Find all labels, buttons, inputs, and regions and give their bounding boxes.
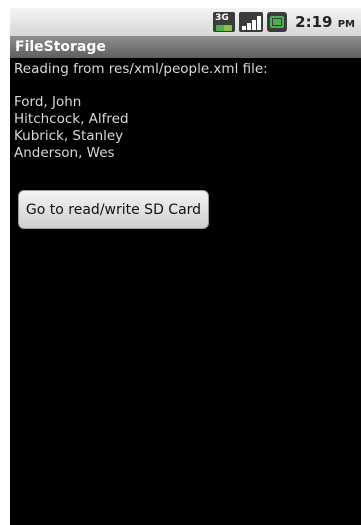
signal-strength-icon <box>239 12 264 32</box>
app-screen: FileStorage Reading from res/xml/people.… <box>10 36 361 525</box>
list-item: Kubrick, Stanley <box>14 128 124 144</box>
status-time: 2:19 PM <box>295 13 355 31</box>
status-bar: 3G 2:19 PM <box>10 8 361 36</box>
list-item: Hitchcock, Alfred <box>14 111 129 127</box>
clock-time: 2:19 <box>295 13 333 31</box>
people-list: Ford, John Hitchcock, Alfred Kubrick, St… <box>14 94 357 162</box>
content-area: Reading from res/xml/people.xml file: Fo… <box>10 58 361 164</box>
app-title: FileStorage <box>15 39 106 55</box>
clock-ampm: PM <box>337 19 355 30</box>
data-activity-icon <box>216 25 233 31</box>
status-icons: 3G 2:19 PM <box>213 12 355 32</box>
3g-icon: 3G <box>213 12 236 32</box>
app-title-bar: FileStorage <box>10 36 361 58</box>
list-item: Ford, John <box>14 94 82 110</box>
intro-text: Reading from res/xml/people.xml file: <box>14 61 268 77</box>
battery-icon <box>267 12 288 32</box>
read-write-sd-card-button[interactable]: Go to read/write SD Card <box>18 190 209 229</box>
phone-frame: 3G 2:19 PM FileStorage Reading from res/… <box>0 0 361 525</box>
list-item: Anderson, Wes <box>14 145 115 161</box>
network-type-label: 3G <box>215 13 229 23</box>
